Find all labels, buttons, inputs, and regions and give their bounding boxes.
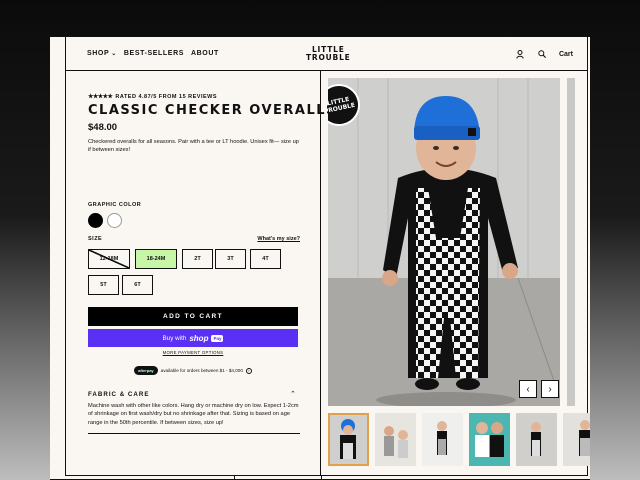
account-icon[interactable] xyxy=(515,49,525,59)
shop-pay-logo: shop xyxy=(189,333,209,343)
size-option-12-18m[interactable]: 12-18M xyxy=(88,249,130,269)
size-option-3t[interactable]: 3T xyxy=(215,249,246,269)
chevron-down-icon: ⌄ xyxy=(111,51,117,57)
color-swatch-black[interactable] xyxy=(88,213,103,228)
thumbnail-6[interactable] xyxy=(563,413,590,466)
size-guide-link[interactable]: What's my size? xyxy=(257,236,300,242)
product-price: $48.00 xyxy=(88,122,118,133)
product-info: ★★★★★ RATED 4.87/5 FROM 15 REVIEWS CLASS… xyxy=(65,71,335,475)
size-label: SIZE xyxy=(88,236,103,242)
nav-shop[interactable]: SHOP ⌄ xyxy=(87,50,117,57)
color-label: GRAPHIC COLOR xyxy=(88,202,142,208)
nav-menu: SHOP ⌄ BEST-SELLERS ABOUT xyxy=(87,50,219,57)
top-navigation: SHOP ⌄ BEST-SELLERS ABOUT LITTLE TROUBLE … xyxy=(65,37,588,71)
size-option-5t[interactable]: 5T xyxy=(88,275,119,295)
fabric-care-heading[interactable]: FABRIC & CARE xyxy=(88,391,149,398)
product-page: SHOP ⌄ BEST-SELLERS ABOUT LITTLE TROUBLE … xyxy=(50,36,590,480)
main-product-image[interactable]: LITTLE TROUBLE ‹ › xyxy=(328,78,560,406)
prev-image-button[interactable]: ‹ xyxy=(519,380,537,398)
nav-actions: Cart xyxy=(515,49,573,59)
thumbnail-4[interactable] xyxy=(469,413,510,466)
thumbnail-3[interactable] xyxy=(422,413,463,466)
divider xyxy=(88,433,300,434)
more-payment-options-link[interactable]: MORE PAYMENT OPTIONS xyxy=(88,350,298,355)
size-option-label: 12-18M xyxy=(99,256,119,262)
nav-best-sellers[interactable]: BEST-SELLERS xyxy=(124,50,184,57)
size-option-18-24m[interactable]: 18-24M xyxy=(135,249,177,269)
chevron-up-icon[interactable]: ⌃ xyxy=(290,390,296,398)
search-icon[interactable] xyxy=(537,49,547,59)
product-description: Checkered overalls for all seasons. Pair… xyxy=(88,139,299,154)
chevron-right-icon: › xyxy=(548,383,552,395)
star-rating-icon: ★★★★★ xyxy=(88,94,113,100)
next-image-peek xyxy=(567,78,575,406)
size-option-label: 5T xyxy=(100,282,107,288)
size-option-label: 18-24M xyxy=(146,256,166,262)
thumbnail-strip xyxy=(328,413,590,466)
thumbnail-2[interactable] xyxy=(375,413,416,466)
color-swatch-white[interactable] xyxy=(107,213,122,228)
fabric-care-text: Machine wash with other like colors. Han… xyxy=(88,403,299,426)
pay-badge: Pay xyxy=(211,334,224,342)
product-title: CLASSIC CHECKER OVERALLS xyxy=(88,103,337,118)
bottom-divider xyxy=(65,475,588,479)
thumbnail-1[interactable] xyxy=(328,413,369,466)
size-option-label: 4T xyxy=(262,256,269,262)
shop-pay-button[interactable]: Buy with shop Pay xyxy=(88,329,298,347)
size-option-6t[interactable]: 6T xyxy=(122,275,153,295)
buy-with-label: Buy with xyxy=(162,334,187,342)
add-to-cart-button[interactable]: ADD TO CART xyxy=(88,307,298,326)
size-option-label: 2T xyxy=(194,256,201,262)
product-photo xyxy=(328,78,560,406)
info-icon[interactable]: i xyxy=(245,367,252,374)
size-option-label: 3T xyxy=(227,256,234,262)
brand-logo[interactable]: LITTLE TROUBLE xyxy=(306,46,351,62)
product-gallery: LITTLE TROUBLE ‹ › xyxy=(321,71,590,475)
rating-text: RATED 4.87/5 FROM 15 REVIEWS xyxy=(115,93,218,100)
afterpay-logo: afterpay xyxy=(134,366,158,375)
nav-about[interactable]: ABOUT xyxy=(191,50,219,57)
size-option-label: 6T xyxy=(134,282,141,288)
cart-link[interactable]: Cart xyxy=(559,51,573,58)
divider xyxy=(321,476,322,479)
afterpay-text: available for orders between $1 - $4,000 xyxy=(160,368,243,373)
logo-line2: TROUBLE xyxy=(306,53,351,62)
size-option-4t[interactable]: 4T xyxy=(250,249,281,269)
rating-row[interactable]: ★★★★★ RATED 4.87/5 FROM 15 REVIEWS xyxy=(88,93,218,101)
nav-shop-label: SHOP xyxy=(87,50,110,57)
divider xyxy=(234,476,235,479)
next-image-button[interactable]: › xyxy=(541,380,559,398)
size-option-2t[interactable]: 2T xyxy=(182,249,213,269)
thumbnail-5[interactable] xyxy=(516,413,557,466)
afterpay-info: afterpay available for orders between $1… xyxy=(88,366,298,375)
chevron-left-icon: ‹ xyxy=(526,383,530,395)
